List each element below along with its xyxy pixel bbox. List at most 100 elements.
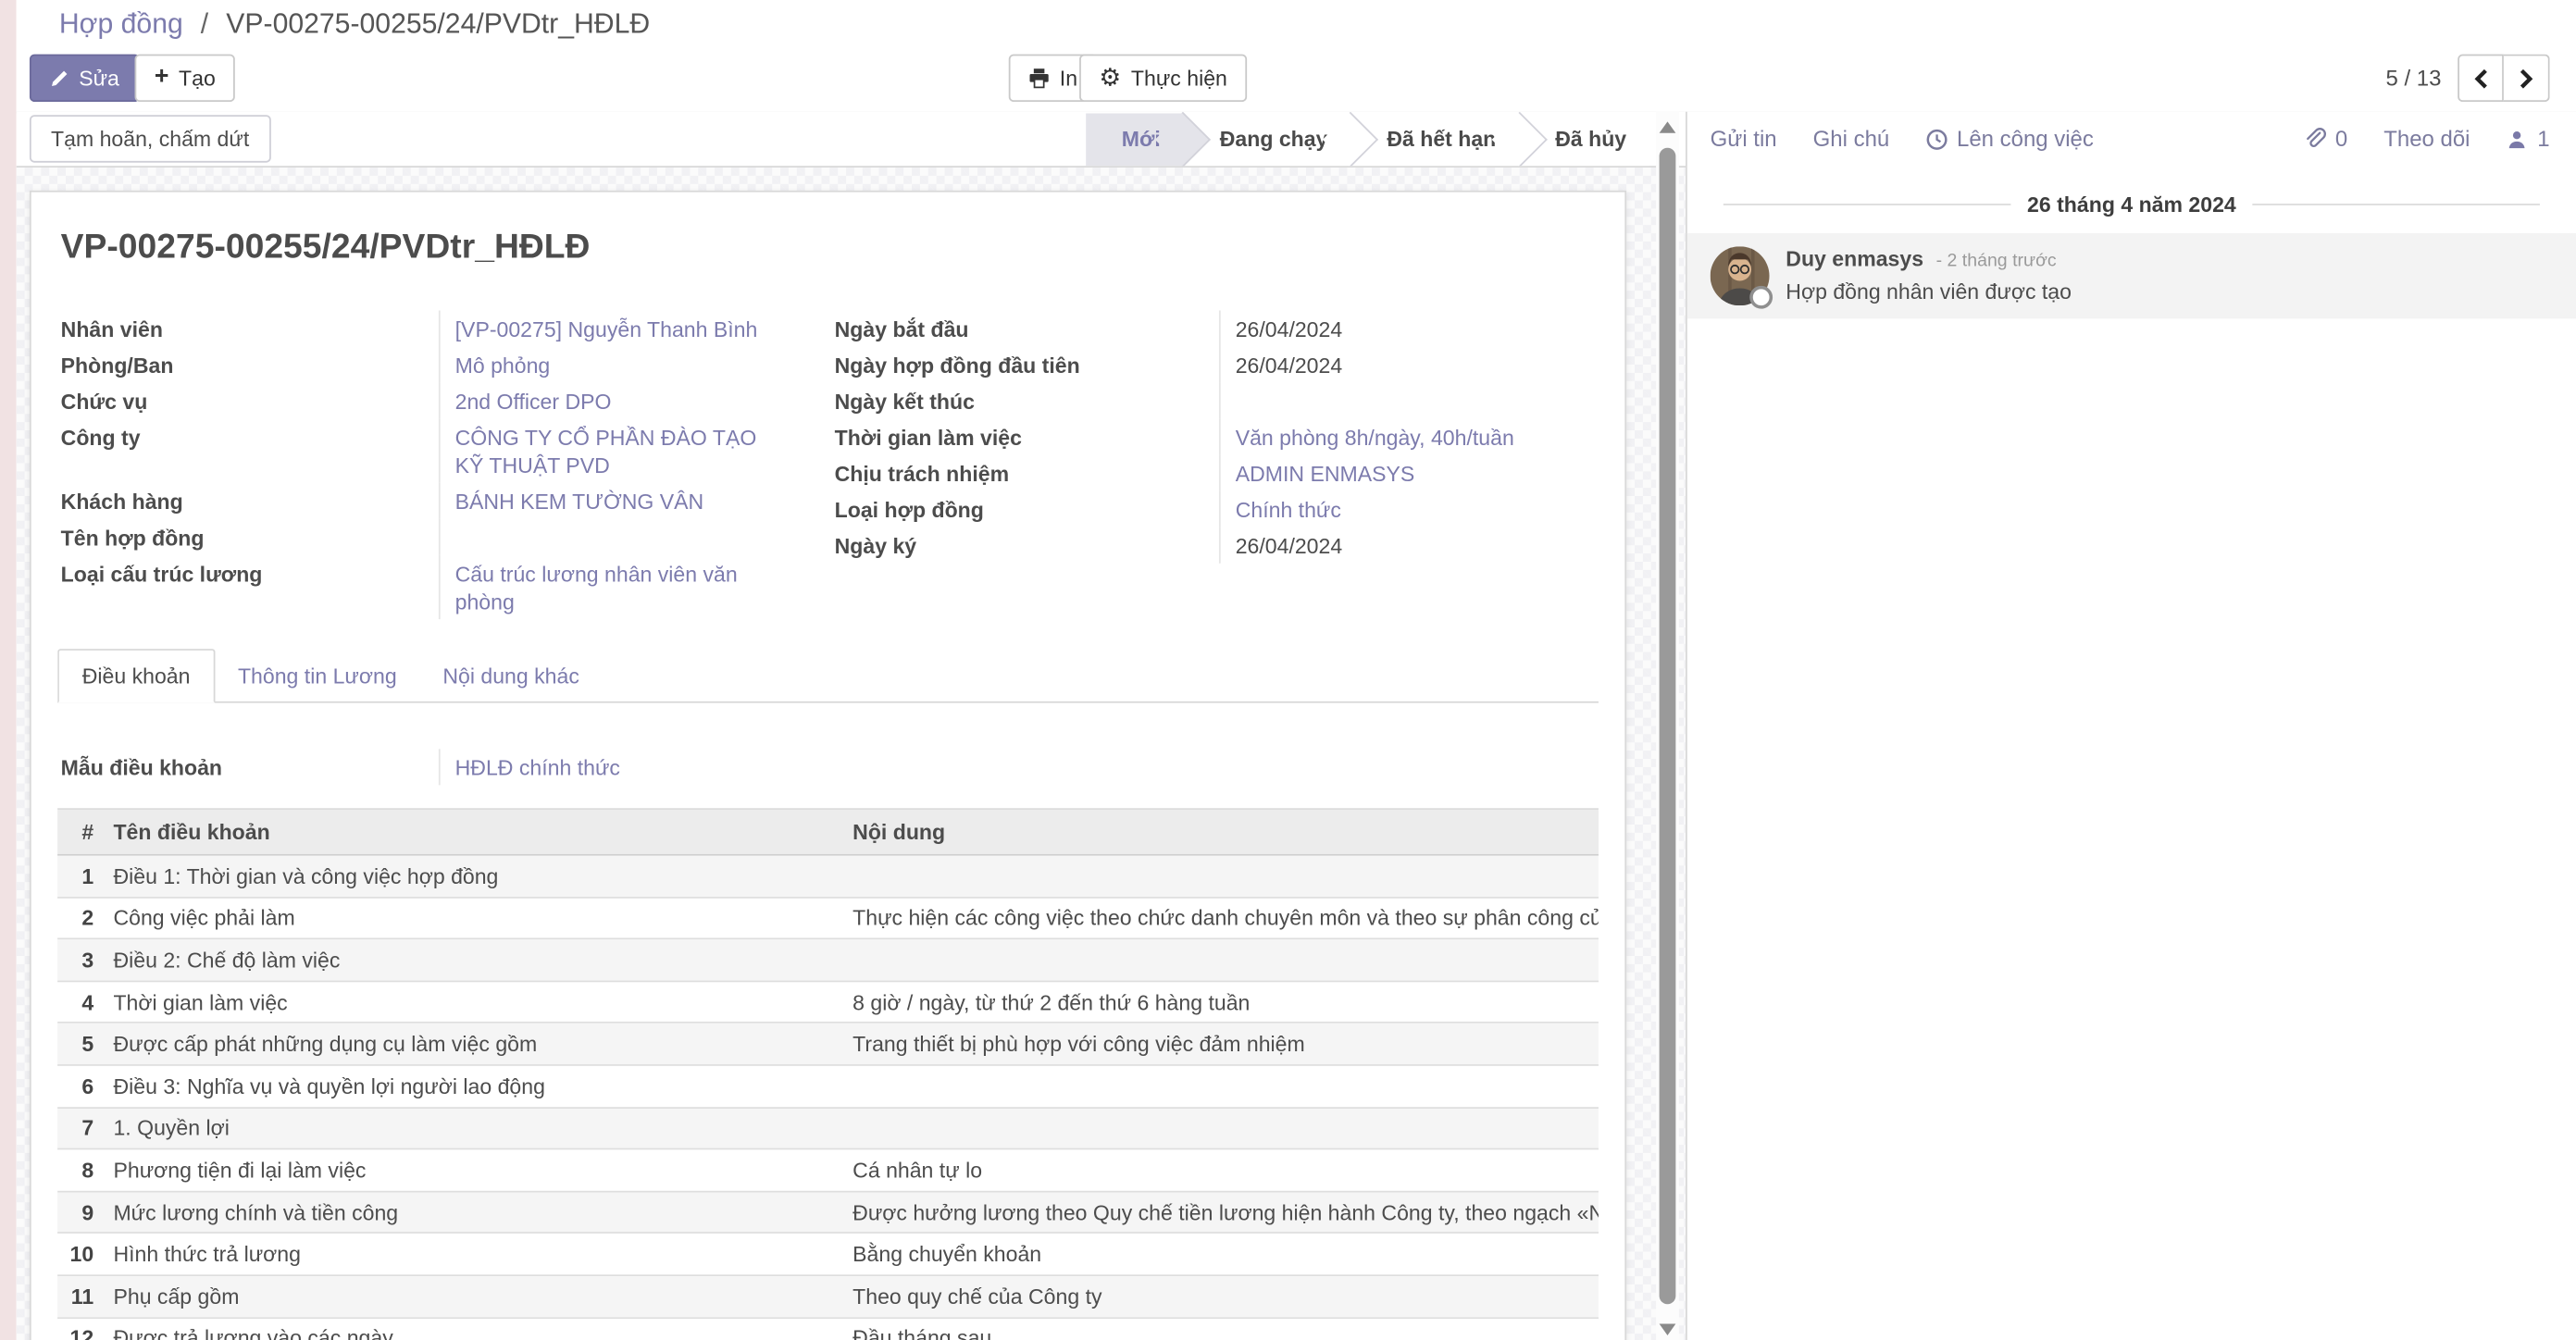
status-step[interactable]: Mới [1086, 113, 1184, 166]
breadcrumb: Hợp đồng / VP-00275-00255/24/PVDtr_HĐLĐ [59, 8, 650, 41]
terms-table-body: 1 Điều 1: Thời gian và công việc hợp đồn… [57, 856, 1599, 1340]
table-row[interactable]: 11 Phụ cấp gồm Theo quy chế của Công ty [57, 1276, 1599, 1318]
header: Hợp đồng / VP-00275-00255/24/PVDtr_HĐLĐ … [17, 0, 2576, 113]
field-value[interactable]: Văn phòng 8h/ngày, 40h/tuần [1219, 419, 1599, 455]
field-label: Loại hợp đồng [831, 491, 1219, 527]
attachments-button[interactable]: 0 [2302, 127, 2347, 152]
edit-button-label: Sửa [79, 66, 119, 91]
field-value[interactable]: 26/04/2024 [1219, 310, 1599, 346]
row-index: 7 [57, 1116, 100, 1141]
vertical-scrollbar[interactable] [1656, 112, 1679, 1340]
app-window: Hợp đồng / VP-00275-00255/24/PVDtr_HĐLĐ … [17, 0, 2576, 1340]
field-label: Khách hàng [57, 483, 439, 519]
status-step-label: Đã hủy [1555, 127, 1626, 152]
date-separator: 26 tháng 4 năm 2024 [1724, 192, 2540, 217]
template-field-row: Mẫu điều khoản HĐLĐ chính thức [57, 749, 1599, 785]
field-value[interactable] [439, 519, 789, 555]
row-index: 2 [57, 906, 100, 931]
field-value[interactable]: ADMIN ENMASYS [1219, 455, 1599, 491]
table-row[interactable]: 4 Thời gian làm việc 8 giờ / ngày, từ th… [57, 982, 1599, 1024]
table-row[interactable]: 2 Công việc phải làm Thực hiện các công … [57, 898, 1599, 939]
suspend-terminate-button[interactable]: Tạm hoãn, chấm dứt [30, 115, 270, 162]
message-author[interactable]: Duy enmasys [1786, 246, 1923, 271]
template-field-value[interactable]: HĐLĐ chính thức [439, 749, 1599, 785]
message-body: Hợp đồng nhân viên được tạo [1786, 279, 2072, 305]
separator-line [2253, 204, 2540, 205]
table-row[interactable]: 3 Điều 2: Chế độ làm việc [57, 940, 1599, 982]
plus-icon: + [155, 64, 169, 89]
field-value[interactable]: Mô phỏng [439, 346, 789, 382]
table-row[interactable]: 6 Điều 3: Nghĩa vụ và quyền lợi người la… [57, 1066, 1599, 1108]
column-header-index[interactable]: # [57, 820, 100, 845]
row-term-name: Điều 3: Nghĩa vụ và quyền lợi người lao … [100, 1073, 852, 1098]
scrollbar-thumb[interactable] [1660, 148, 1676, 1305]
left-edge-strip [0, 0, 17, 1340]
column-header-name[interactable]: Tên điều khoản [100, 820, 852, 845]
row-term-content: Đầu tháng sau [852, 1326, 1599, 1340]
scrollbar-up-arrow-icon[interactable] [1660, 121, 1676, 132]
create-button[interactable]: + Tạo [135, 55, 236, 102]
pager-next-button[interactable] [2504, 55, 2550, 102]
breadcrumb-parent-link[interactable]: Hợp đồng [59, 8, 183, 40]
row-term-name: Điều 2: Chế độ làm việc [100, 948, 852, 973]
row-term-content: Theo quy chế của Công ty [852, 1284, 1599, 1309]
row-term-content: Thực hiện các công việc theo chức danh c… [852, 906, 1599, 931]
row-index: 8 [57, 1158, 100, 1183]
breadcrumb-separator: / [201, 8, 208, 40]
schedule-activity-button[interactable]: Lên công việc [1925, 127, 2094, 152]
table-row[interactable]: 10 Hình thức trả lương Bằng chuyển khoản [57, 1235, 1599, 1276]
field-label: Chịu trách nhiệm [831, 455, 1219, 491]
field-label: Ngày ký [831, 527, 1219, 564]
notebook-tab[interactable]: Thông tin Lương [215, 651, 419, 701]
follow-button[interactable]: Theo dõi [2383, 127, 2470, 152]
log-note-button[interactable]: Ghi chú [1813, 127, 1890, 152]
table-row[interactable]: 5 Được cấp phát những dụng cụ làm việc g… [57, 1024, 1599, 1065]
pager-previous-button[interactable] [2458, 55, 2504, 102]
row-index: 6 [57, 1073, 100, 1098]
message-timestamp: - 2 tháng trước [1936, 252, 2057, 271]
row-term-content: Cá nhân tự lo [852, 1158, 1599, 1183]
scrollbar-down-arrow-icon[interactable] [1660, 1324, 1676, 1335]
field-value[interactable]: 2nd Officer DPO [439, 383, 789, 419]
schedule-activity-label: Lên công việc [1957, 127, 2094, 152]
table-row[interactable]: 8 Phương tiện đi lại làm việc Cá nhân tự… [57, 1150, 1599, 1192]
row-term-content: Được hưởng lương theo Quy chế tiền lương… [852, 1200, 1599, 1225]
field-value[interactable]: [VP-00275] Nguyễn Thanh Bình [439, 310, 789, 346]
field-value[interactable]: 26/04/2024 [1219, 346, 1599, 382]
chevron-right-icon [2519, 68, 2533, 88]
message-content: Duy enmasys - 2 tháng trước Hợp đồng nhâ… [1786, 246, 2072, 305]
notebook-tab[interactable]: Điều khoản [57, 649, 215, 703]
message-header: Duy enmasys - 2 tháng trước [1786, 246, 2072, 274]
pager-buttons [2458, 55, 2549, 102]
field-value[interactable] [1219, 383, 1599, 419]
field-label: Chức vụ [57, 383, 439, 419]
row-index: 5 [57, 1032, 100, 1057]
chatter-panel: Gửi tin Ghi chú Lên công việc [1686, 112, 2576, 1340]
table-row[interactable]: 1 Điều 1: Thời gian và công việc hợp đồn… [57, 856, 1599, 898]
page: Hợp đồng / VP-00275-00255/24/PVDtr_HĐLĐ … [0, 0, 2576, 1340]
row-index: 9 [57, 1200, 100, 1225]
table-row[interactable]: 7 1. Quyền lợi [57, 1108, 1599, 1149]
field-value[interactable]: Cấu trúc lương nhân viên văn phòng [439, 555, 789, 619]
row-term-name: Được cấp phát những dụng cụ làm việc gồm [100, 1032, 852, 1057]
attachment-count: 0 [2335, 127, 2347, 152]
followers-button[interactable]: 1 [2507, 127, 2550, 152]
send-message-button[interactable]: Gửi tin [1711, 127, 1777, 152]
notebook-tab[interactable]: Nội dung khác [420, 651, 603, 701]
field-label: Loại cấu trúc lương [57, 555, 439, 619]
table-row[interactable]: 9 Mức lương chính và tiền công Được hưởn… [57, 1192, 1599, 1234]
follower-count: 1 [2537, 127, 2549, 152]
table-row[interactable]: 12 Được trả lương vào các ngày Đầu tháng… [57, 1318, 1599, 1340]
action-button[interactable]: ⚙ Thực hiện [1079, 55, 1247, 102]
field-value[interactable]: CÔNG TY CỔ PHẦN ĐÀO TẠO KỸ THUẬT PVD [439, 419, 789, 483]
edit-button[interactable]: Sửa [30, 55, 139, 102]
field-value[interactable]: 26/04/2024 [1219, 527, 1599, 564]
chatter-message[interactable]: Duy enmasys - 2 tháng trước Hợp đồng nhâ… [1687, 233, 2576, 318]
field-value[interactable]: BÁNH KEM TƯỜNG VÂN [439, 483, 789, 519]
row-term-name: 1. Quyền lợi [100, 1116, 852, 1141]
form-background: VP-00275-00255/24/PVDtr_HĐLĐ Nhân viên [… [17, 168, 1686, 1340]
field-value[interactable]: Chính thức [1219, 491, 1599, 527]
field-label: Tên hợp đồng [57, 519, 439, 555]
column-header-content[interactable]: Nội dung [852, 820, 1599, 845]
pencil-icon [49, 68, 68, 88]
